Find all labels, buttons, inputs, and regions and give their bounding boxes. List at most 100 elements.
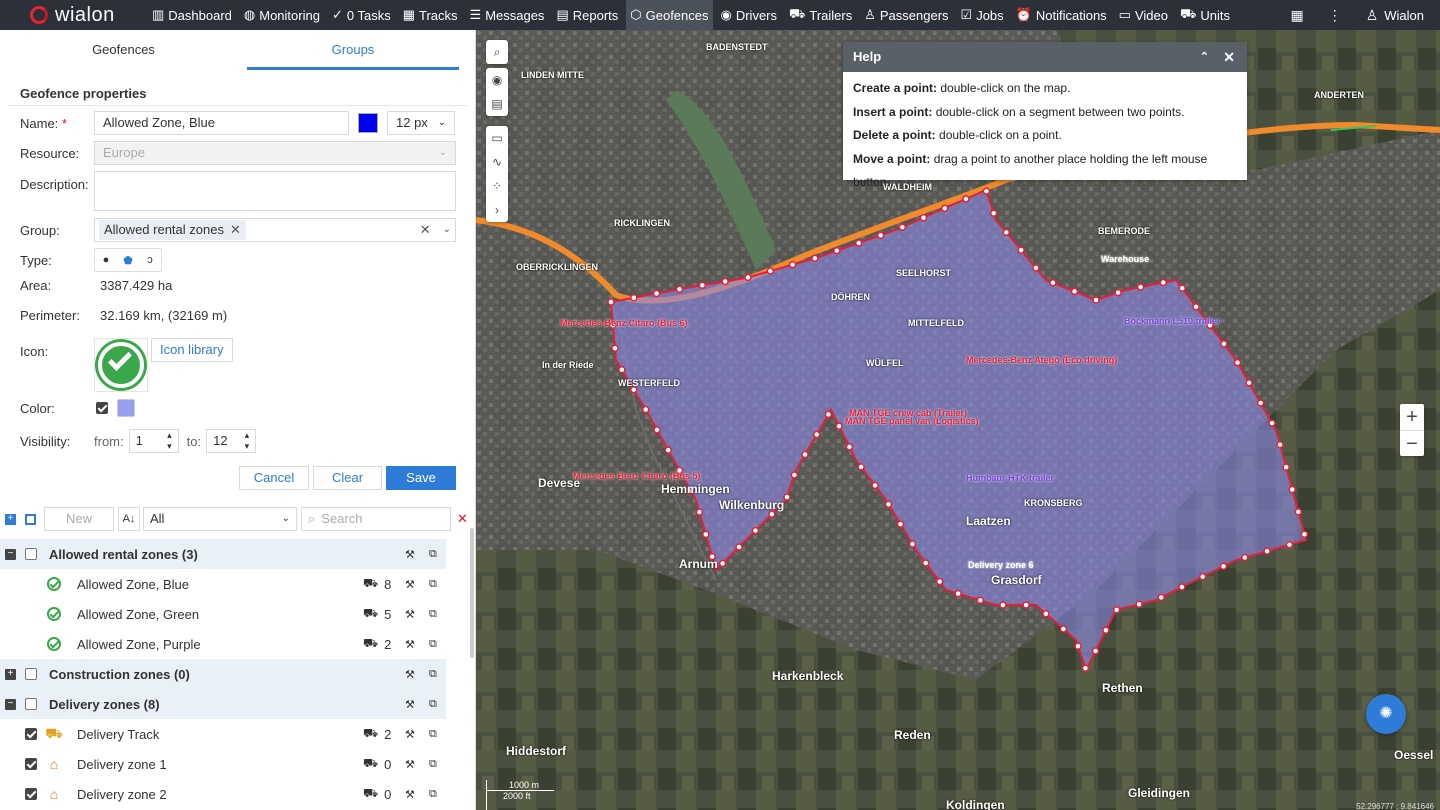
geofence-point[interactable] bbox=[630, 293, 638, 302]
unit-label[interactable]: Humbaur HTK trailer bbox=[966, 473, 1054, 483]
geofence-point[interactable] bbox=[664, 446, 673, 454]
nav-jobs[interactable]: ☑ Jobs bbox=[957, 0, 1008, 30]
geofence-point[interactable] bbox=[833, 246, 841, 255]
geofence-point[interactable] bbox=[845, 443, 854, 451]
geofence-point[interactable] bbox=[999, 601, 1007, 609]
sort-button[interactable]: A↓ bbox=[118, 507, 140, 531]
name-color-swatch[interactable] bbox=[358, 113, 378, 133]
clear-icon[interactable]: ✕ bbox=[420, 219, 431, 241]
search-input[interactable]: ⌕ Search bbox=[301, 507, 451, 531]
geofence-point[interactable] bbox=[735, 543, 743, 551]
tree-group-row[interactable]: − Allowed rental zones (3) ⚒ ⧉ bbox=[0, 539, 446, 569]
geofence-point[interactable] bbox=[1220, 340, 1228, 348]
geofence-point[interactable] bbox=[876, 231, 885, 240]
nav-drivers[interactable]: ◉ Drivers bbox=[717, 0, 782, 30]
copy-icon[interactable]: ⧉ bbox=[429, 788, 437, 801]
chevron-right-icon[interactable]: › bbox=[486, 198, 508, 222]
tab-groups[interactable]: Groups bbox=[247, 30, 459, 70]
geofence-point[interactable] bbox=[1136, 283, 1145, 291]
nav-units[interactable]: ⛟ Units bbox=[1176, 0, 1234, 30]
geofence-point[interactable] bbox=[641, 405, 650, 414]
unit-label[interactable]: Mercedes-Benz Citaro (Bus 6) bbox=[560, 318, 688, 328]
geofence-point[interactable] bbox=[695, 508, 704, 516]
geofence-point[interactable] bbox=[1070, 287, 1079, 296]
tree-item-row[interactable]: ⌂ Delivery zone 2 ⛟ 0 ⚒ ⧉ bbox=[0, 779, 446, 809]
polygon-type-icon[interactable]: ⬟ bbox=[117, 254, 139, 267]
geofence-point[interactable] bbox=[1233, 358, 1242, 367]
scrollbar[interactable] bbox=[470, 528, 474, 658]
hint-bulb-button[interactable]: ✺ bbox=[1366, 694, 1406, 734]
geofence-point[interactable] bbox=[1032, 264, 1040, 272]
group-checkbox[interactable] bbox=[25, 548, 37, 560]
fill-color-swatch[interactable] bbox=[117, 399, 135, 417]
geofence-point[interactable] bbox=[1091, 647, 1100, 655]
zoom-in-icon[interactable]: + bbox=[1400, 404, 1424, 430]
edit-wrench-icon[interactable]: ⚒ bbox=[405, 698, 415, 711]
geofence-point[interactable] bbox=[1288, 485, 1296, 494]
geofence-point[interactable] bbox=[908, 540, 917, 548]
geofence-point[interactable] bbox=[989, 209, 998, 217]
geofence-point[interactable] bbox=[1285, 540, 1294, 549]
copy-icon[interactable]: ⧉ bbox=[429, 548, 437, 561]
description-textarea[interactable] bbox=[94, 171, 456, 211]
remove-tag-icon[interactable]: ✕ bbox=[230, 220, 241, 240]
name-input[interactable]: Allowed Zone, Blue bbox=[94, 111, 349, 135]
icon-library-button[interactable]: Icon library bbox=[151, 338, 233, 362]
visibility-to-stepper[interactable]: 12 ▴ ▾ bbox=[206, 429, 257, 453]
nav-monitoring[interactable]: ◍ Monitoring bbox=[240, 0, 324, 30]
group-checkbox[interactable] bbox=[25, 668, 37, 680]
nav-messages[interactable]: ☰ Messages bbox=[466, 0, 549, 30]
item-checkbox[interactable] bbox=[25, 728, 37, 740]
eye-icon[interactable]: ◉ bbox=[486, 68, 508, 92]
geofence-point[interactable] bbox=[790, 471, 799, 479]
geofence-point[interactable] bbox=[954, 589, 962, 598]
geofence-point[interactable] bbox=[1178, 284, 1186, 292]
edit-wrench-icon[interactable]: ⚒ bbox=[405, 758, 415, 771]
geofence-point[interactable] bbox=[835, 422, 843, 430]
geofence-point[interactable] bbox=[766, 267, 775, 275]
geofence-point[interactable] bbox=[1112, 606, 1121, 614]
clear-search-icon[interactable]: ✕ bbox=[457, 511, 468, 527]
nav-reports[interactable]: ▤ Reports bbox=[552, 0, 622, 30]
geofence-point[interactable] bbox=[1017, 246, 1025, 254]
geofence-icon-preview[interactable] bbox=[94, 338, 148, 392]
expand-all-icon[interactable]: + bbox=[5, 513, 16, 525]
geofence-point[interactable] bbox=[871, 481, 879, 490]
user-name[interactable]: Wialon bbox=[1384, 8, 1424, 23]
geofence-point[interactable] bbox=[922, 559, 930, 567]
geofence-point[interactable] bbox=[801, 450, 809, 459]
geofence-point[interactable] bbox=[896, 520, 905, 528]
item-checkbox[interactable] bbox=[25, 788, 37, 800]
tree-item-row[interactable]: ⌂ Delivery zone 1 ⛟ 0 ⚒ ⧉ bbox=[0, 749, 446, 779]
wialon-logo[interactable]: wialon bbox=[0, 0, 148, 30]
edit-wrench-icon[interactable]: ⚒ bbox=[405, 788, 415, 801]
nav-geofences[interactable]: ⬡ Geofences bbox=[626, 0, 713, 30]
geofence-point[interactable] bbox=[1114, 288, 1122, 297]
geofence-point[interactable] bbox=[788, 260, 797, 269]
nav-passengers[interactable]: ♙ Passengers bbox=[860, 0, 952, 30]
geofence-point[interactable] bbox=[653, 426, 661, 434]
copy-icon[interactable]: ⧉ bbox=[429, 668, 437, 681]
geofence-point[interactable] bbox=[1135, 600, 1143, 608]
geofence-point[interactable] bbox=[607, 298, 615, 306]
tab-geofences[interactable]: Geofences bbox=[0, 30, 247, 70]
tree-group-row[interactable]: + Construction zones (0) ⚒ ⧉ bbox=[0, 659, 446, 689]
nav-dashboard[interactable]: ▥ Dashboard bbox=[148, 0, 236, 30]
geofence-point[interactable] bbox=[744, 273, 752, 282]
geofence-point[interactable] bbox=[718, 559, 727, 568]
filter-select[interactable]: All ⌄ bbox=[143, 507, 297, 531]
cancel-button[interactable]: Cancel bbox=[239, 466, 309, 490]
unit-label[interactable]: Böckmann L510 trailer bbox=[1124, 316, 1221, 326]
geofence-point[interactable] bbox=[611, 344, 619, 352]
edit-wrench-icon[interactable]: ⚒ bbox=[405, 728, 415, 741]
collapse-icon[interactable]: − bbox=[5, 698, 16, 710]
route-icon[interactable]: ∿ bbox=[486, 150, 508, 174]
geofence-point[interactable] bbox=[1159, 278, 1168, 287]
visibility-from-stepper[interactable]: 1 ▴ ▾ bbox=[128, 429, 179, 453]
copy-icon[interactable]: ⧉ bbox=[429, 638, 437, 651]
geofence-point[interactable] bbox=[1178, 583, 1186, 591]
edit-wrench-icon[interactable]: ⚒ bbox=[405, 548, 415, 561]
chevron-down-icon[interactable]: ⌄ bbox=[443, 219, 451, 241]
collapse-icon[interactable]: − bbox=[5, 548, 16, 560]
geofence-point[interactable] bbox=[884, 500, 893, 509]
